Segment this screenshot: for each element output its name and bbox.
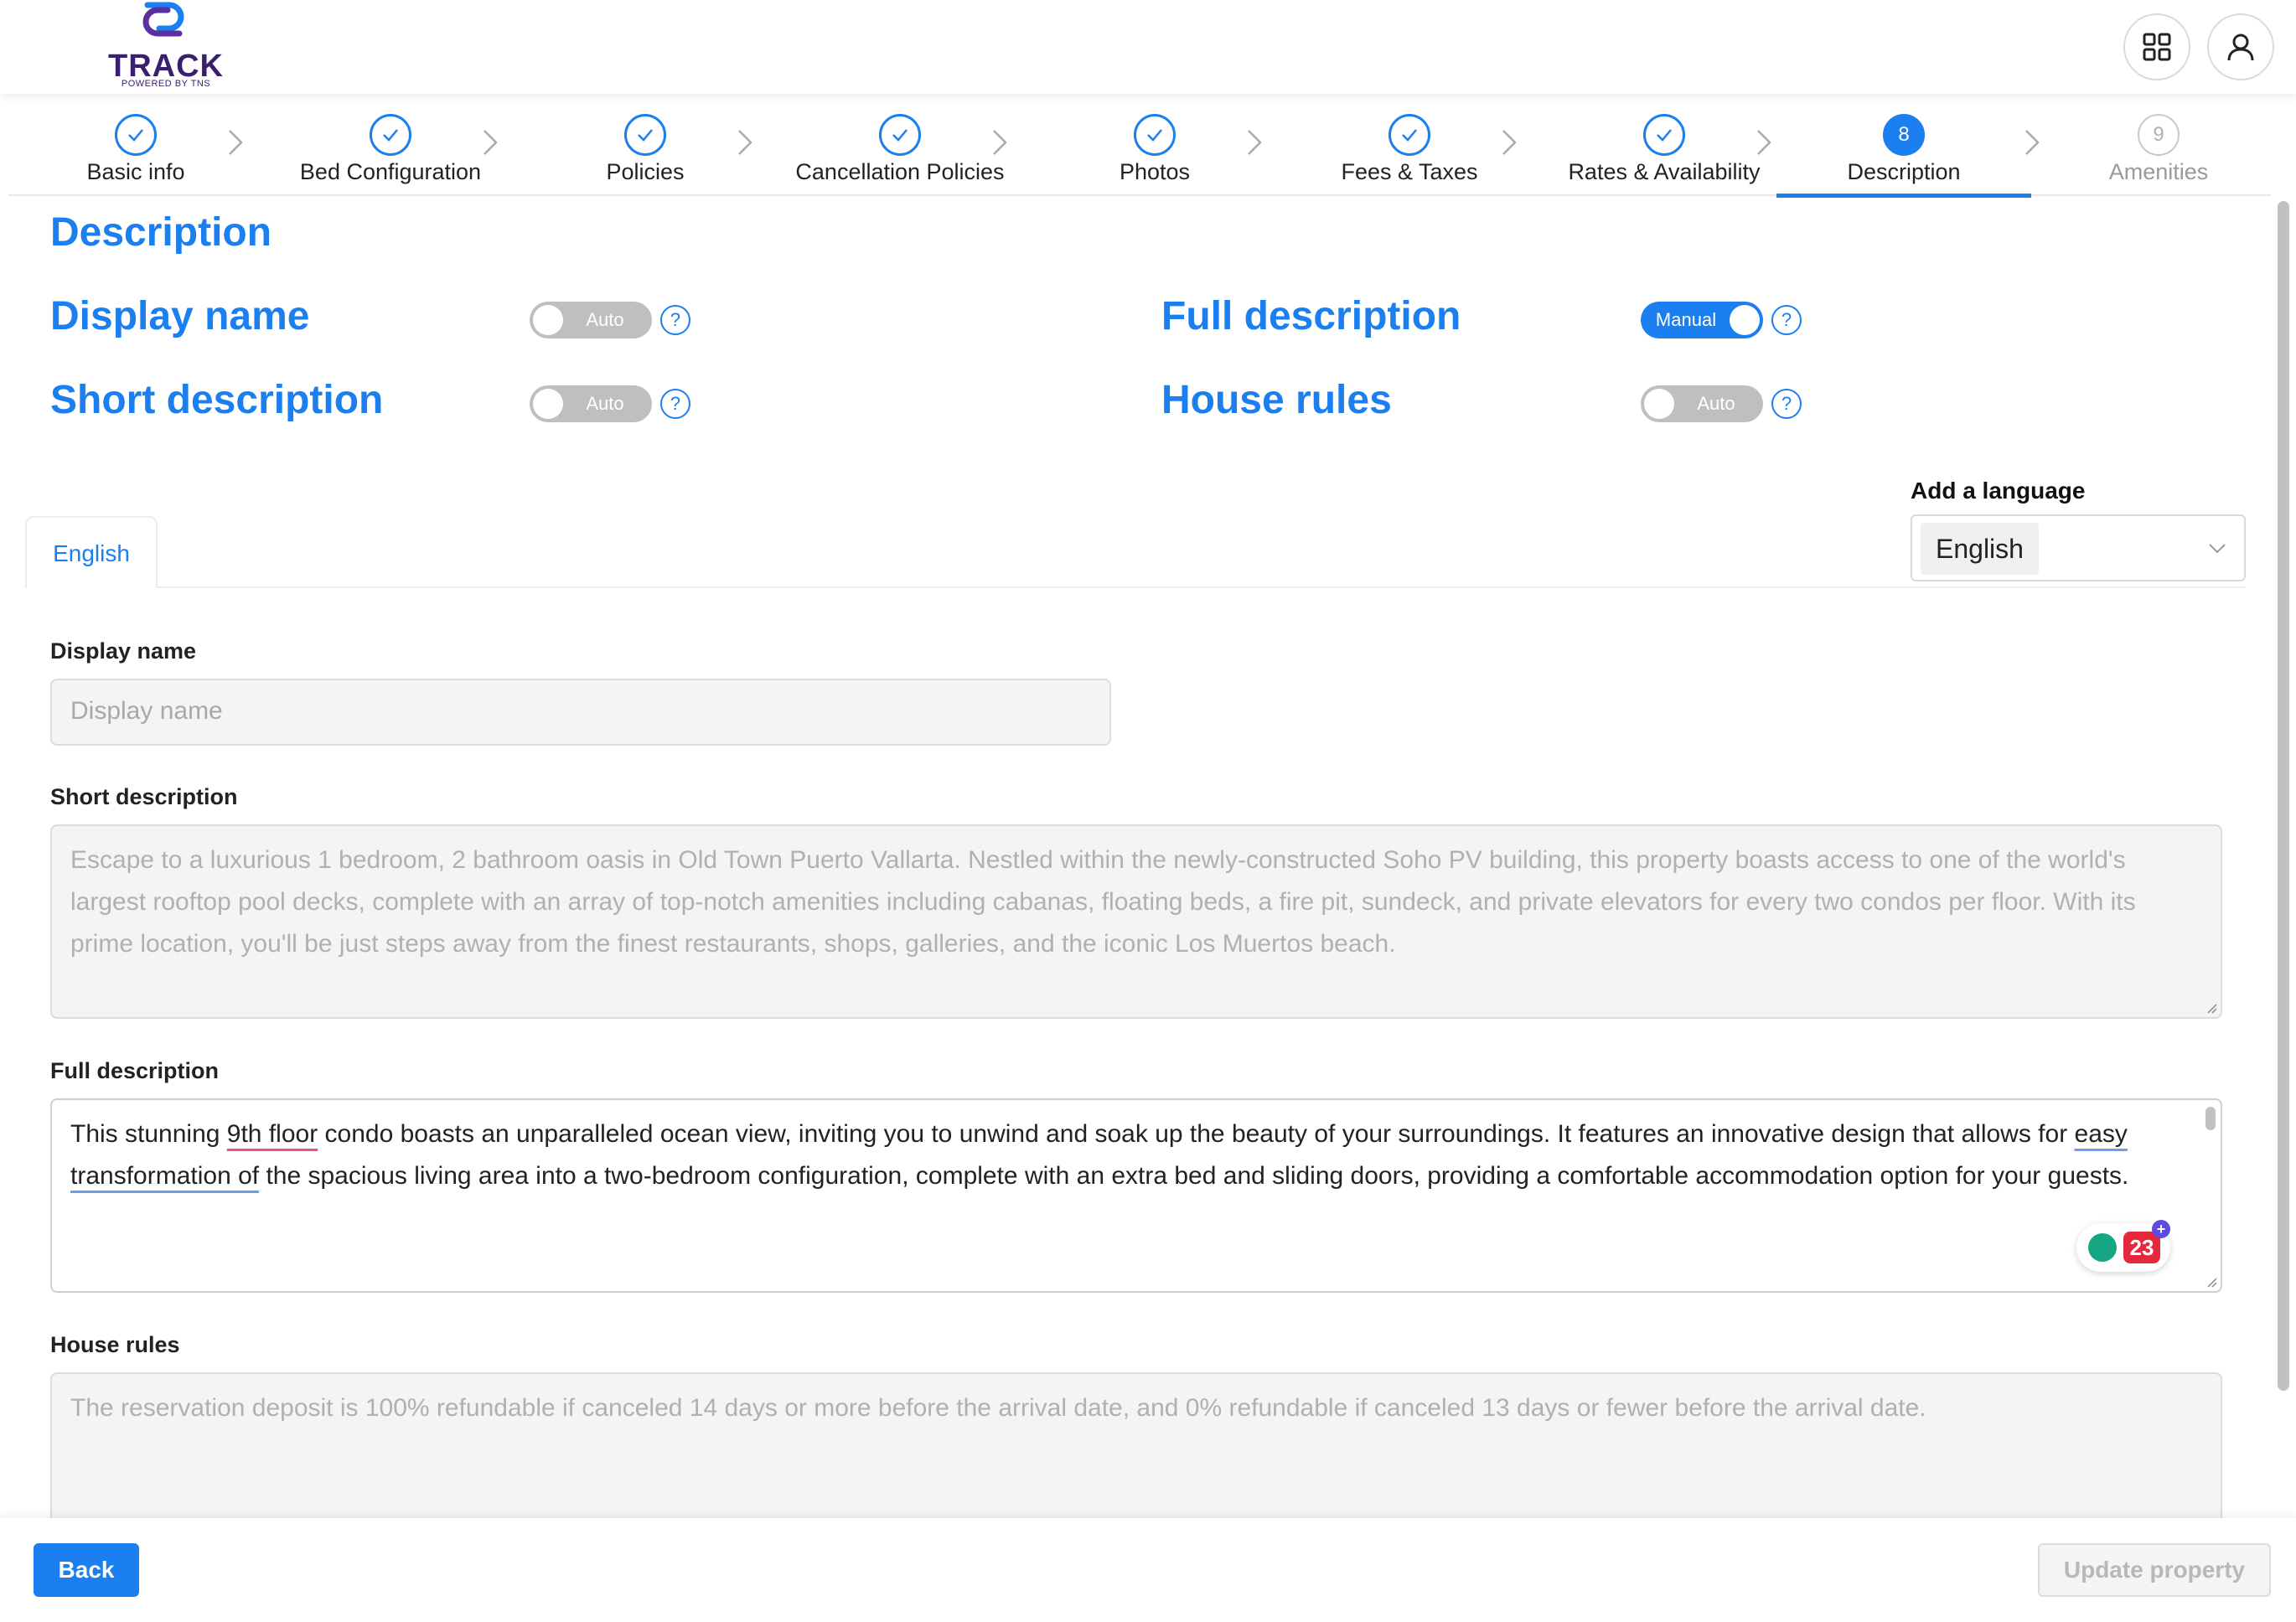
language-select[interactable]: English [1911,514,2246,581]
house-rules-label: House rules [50,1332,180,1357]
step-label: Photos [1119,159,1191,184]
spelling-suggestion[interactable]: 9th floor [227,1120,318,1148]
logo-subtext: POWERED BY TNS [121,79,211,89]
toggle-knob [533,389,563,419]
chevron-right-icon [738,130,752,155]
help-icon[interactable]: ? [660,389,690,419]
grid-icon [2143,33,2171,61]
chevron-right-icon [1248,130,1262,155]
full-description-part: the spacious living area into a two-bedr… [259,1162,2129,1190]
display-name-label: Display name [50,638,197,664]
update-property-button[interactable]: Update property [2038,1543,2271,1597]
tab-english[interactable]: English [25,516,158,588]
check-icon [115,114,157,156]
chevron-right-icon [1757,130,1771,155]
step-label: Cancellation Policies [795,159,1005,184]
user-icon [2227,34,2254,61]
track-logo[interactable]: TRACK POWERED BY TNS [107,0,225,92]
step-label: Policies [606,159,685,184]
toggle-knob [1644,389,1674,419]
toggle-label: Auto [586,309,624,330]
full-description-textarea[interactable]: This stunning 9th floor condo boasts an … [50,1098,2222,1293]
house-rules-toggle[interactable]: Auto [1641,385,1763,422]
logo-mark-icon [142,2,184,37]
scrollbar-thumb[interactable] [2278,201,2289,1391]
house-rules-title: House rules [1161,378,1392,422]
short-description-toggle[interactable]: Auto [530,385,652,422]
resize-handle-icon[interactable] [2204,1000,2217,1014]
apps-button[interactable] [2123,13,2190,80]
check-icon [370,114,411,156]
full-description-text: This stunning 9th floor condo boasts an … [70,1113,2195,1197]
help-icon[interactable]: ? [1771,305,1802,335]
step-label: Basic info [86,159,185,184]
full-description-title: Full description [1161,294,1461,338]
display-name-input[interactable]: Display name [50,679,1111,746]
step-description[interactable]: 8 Description [1776,107,2031,198]
step-amenities[interactable]: 9 Amenities [2031,107,2286,196]
chevron-down-icon [2209,544,2226,554]
full-description-part: condo boasts an unparalleled ocean view,… [318,1120,2075,1148]
wizard-steps: Basic info Bed Configuration Policies Ca… [8,107,2271,198]
check-icon [1643,114,1685,156]
step-label: Bed Configuration [299,159,482,184]
step-label: Description [1847,159,1961,184]
short-description-label: Short description [50,784,238,809]
plus-icon: + [2152,1220,2170,1238]
chevron-right-icon [484,130,498,155]
textarea-scrollbar[interactable] [2206,1105,2216,1281]
toggle-label: Auto [1697,393,1735,414]
short-description-title: Short description [50,378,384,422]
footer-bar: Back Update property [0,1518,2296,1622]
help-icon[interactable]: ? [1771,389,1802,419]
house-rules-text: The reservation deposit is 100% refundab… [70,1394,1926,1422]
toggle-knob [1730,305,1760,335]
toggle-knob [533,305,563,335]
step-label: Fees & Taxes [1341,159,1478,184]
full-description-toggle[interactable]: Manual [1641,302,1763,338]
full-description-part: This stunning [70,1120,227,1148]
full-description-label: Full description [50,1058,220,1083]
page-scrollbar[interactable] [2276,201,2291,1391]
check-icon [624,114,666,156]
top-header: TRACK POWERED BY TNS [0,0,2296,94]
toggle-label: Auto [586,393,624,414]
check-icon [1388,114,1430,156]
add-language-label: Add a language [1911,478,2086,504]
textarea-scrollbar-thumb[interactable] [2206,1107,2216,1130]
chevron-right-icon [1502,130,1517,155]
resize-handle-icon[interactable] [2204,1274,2217,1288]
help-icon[interactable]: ? [660,305,690,335]
user-menu-button[interactable] [2207,13,2274,80]
grammarly-bulb-icon [2088,1233,2117,1262]
chevron-right-icon [993,130,1007,155]
display-name-title: Display name [50,294,310,338]
step-number: 9 [2138,114,2180,156]
display-name-toggle[interactable]: Auto [530,302,652,338]
check-icon [879,114,921,156]
check-icon [1134,114,1176,156]
step-label: Amenities [2108,159,2209,184]
step-number: 8 [1883,114,1925,156]
grammarly-widget[interactable]: 23 + [2076,1220,2170,1272]
display-name-placeholder: Display name [70,697,223,725]
short-description-textarea[interactable]: Escape to a luxurious 1 bedroom, 2 bathr… [50,824,2222,1019]
toggle-label: Manual [1655,309,1717,330]
short-description-text: Escape to a luxurious 1 bedroom, 2 bathr… [70,846,2136,958]
back-button[interactable]: Back [34,1543,139,1597]
selected-language: English [1921,523,2039,575]
chevron-right-icon [229,130,243,155]
language-tabs-divider [25,586,2246,588]
step-label: Rates & Availability [1568,159,1761,184]
page-title: Description [50,210,272,255]
